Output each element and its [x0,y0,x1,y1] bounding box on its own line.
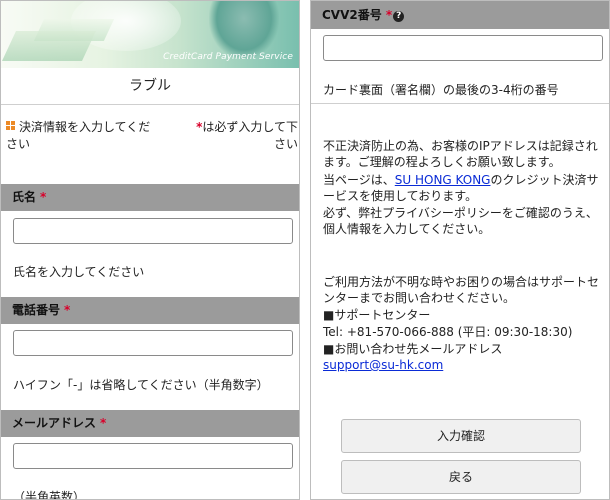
privacy-notice: 必ず、弊社プライバシーポリシーをご確認のうえ、個人情報を入力してください。 [323,206,598,236]
name-hint: 氏名を入力してください [13,265,145,279]
phone-hint: ハイフン「-」は省略してください（半角数字） [13,378,269,392]
page-title: ラブル [1,68,299,105]
grid-icon [6,121,15,130]
phone-section-header: 電話番号 * [1,297,299,324]
phone-input[interactable] [13,330,293,356]
info-instruction-text: 決済情報を入力してください [6,120,151,151]
confirm-button[interactable]: 入力確認 [341,419,581,453]
service-notice: 当ページは、SU HONG KONGのクレジット決済サービスを使用しております。 [323,172,605,204]
email-required-asterisk: * [100,416,107,430]
phone-required-asterisk: * [64,303,71,317]
name-input[interactable] [13,218,293,244]
support-email-label: ■お問い合わせ先メールアドレス [323,342,503,356]
payment-form-page-left: CreditCard Payment Service ラブル 決済情報を入力して… [0,0,300,500]
banner-person-image [209,1,279,59]
support-email-link[interactable]: support@su-hk.com [323,358,443,372]
cvv-required-asterisk: * [385,8,393,22]
payment-form-page-right: CVV2番号 *? カード裏面（署名欄）の最後の3-4桁の番号 不正決済防止の為… [310,0,610,500]
cvv-hint: カード裏面（署名欄）の最後の3-4桁の番号 [323,83,559,97]
phone-label: 電話番号 [12,303,61,317]
email-section-header: メールアドレス * [1,410,299,437]
header-banner: CreditCard Payment Service [1,1,299,68]
email-label: メールアドレス [12,416,97,430]
name-required-asterisk: * [40,190,47,204]
support-email-container: support@su-hk.com [323,357,605,373]
cvv-section-header: CVV2番号 *? [311,1,609,29]
name-section-header: 氏名 * [1,184,299,211]
name-label: 氏名 [12,190,37,204]
cvv-input[interactable] [323,35,603,61]
company-link[interactable]: SU HONG KONG [395,173,491,187]
info-instruction: 決済情報を入力してください [6,119,156,153]
service-notice-prefix: 当ページは、 [323,173,395,187]
support-tel: Tel: +81-570-066-888 (平日: 09:30-18:30) [323,325,573,339]
email-hint: （半角英数） [13,490,86,500]
email-input[interactable] [13,443,293,469]
cvv-label: CVV2番号 [322,8,382,22]
divider [311,103,609,104]
required-note: *は必ず入力して下さい [186,119,298,153]
support-intro: ご利用方法が不明な時やお困りの場合はサポートセンターまでお問い合わせください。 [323,275,600,305]
required-note-text: は必ず入力して下さい [202,120,298,151]
support-center-label: ■サポートセンター [323,308,431,322]
banner-text: CreditCard Payment Service [163,52,293,62]
help-icon[interactable]: ? [393,11,405,22]
ip-notice: 不正決済防止の為、お客様のIPアドレスは記録されます。ご理解の程よろしくお願い致… [323,139,598,169]
back-button[interactable]: 戻る [341,460,581,494]
